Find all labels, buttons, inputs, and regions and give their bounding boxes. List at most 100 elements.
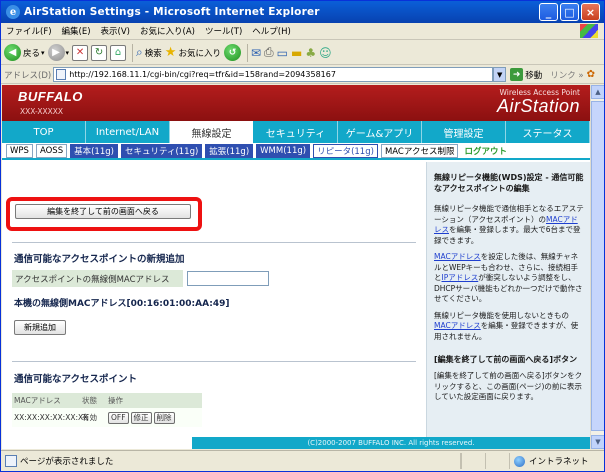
subtab-advanced[interactable]: 拡張(11g): [205, 143, 254, 158]
messenger-icon[interactable]: ☺: [319, 46, 332, 60]
delete-button[interactable]: 削除: [153, 411, 175, 424]
tab-status[interactable]: ステータス: [506, 121, 590, 143]
research-icon[interactable]: ♣: [305, 46, 316, 60]
intranet-icon: [514, 455, 525, 467]
tab-internet-lan[interactable]: Internet/LAN: [86, 121, 170, 143]
col-action: 操作: [108, 396, 123, 405]
search-label: 検索: [144, 48, 162, 59]
tab-security[interactable]: セキュリティ: [254, 121, 338, 143]
back-button[interactable]: ◀ 戻る ▾: [4, 44, 45, 61]
address-bar: アドレス(D) http://192.168.11.1/cgi-bin/cgi?…: [1, 66, 604, 84]
tab-wireless[interactable]: 無線設定: [170, 121, 254, 143]
help-text: 無線リピータ機能を使用しないときもの: [434, 310, 569, 320]
address-url: http://192.168.11.1/cgi-bin/cgi?req=tfr&…: [69, 70, 336, 79]
security-zone: イントラネット: [509, 453, 604, 469]
col-mac: MACアドレス: [14, 396, 61, 405]
mac-label: アクセスポイントの無線側MACアドレス: [12, 270, 183, 287]
title-bar[interactable]: e AirStation Settings - Microsoft Intern…: [1, 1, 604, 23]
close-button[interactable]: ×: [581, 3, 600, 21]
help-paragraph: [編集を終了して前の画面へ戻る]ボタンをクリックすると、この画面(ページ)の前に…: [434, 371, 583, 401]
help-link-mac[interactable]: MACアドレス: [434, 252, 481, 261]
logout-link[interactable]: ログアウト: [461, 143, 510, 158]
windows-logo-icon: [580, 24, 598, 38]
refresh-icon[interactable]: ↻: [91, 44, 108, 61]
favorites-button[interactable]: ★ お気に入り: [165, 45, 221, 60]
list-section-title: 通信可能なアクセスポイント: [14, 374, 138, 385]
mac-input-row: アクセスポイントの無線側MACアドレス: [12, 270, 422, 287]
home-icon[interactable]: ⌂: [110, 44, 127, 61]
model-name: XXX-XXXXX: [20, 107, 64, 116]
subtab-security[interactable]: セキュリティ(11g): [120, 143, 203, 158]
tab-top[interactable]: TOP: [2, 121, 86, 143]
page-header: BUFFALO XXX-XXXXX Wireless Access Point …: [2, 85, 590, 121]
help-paragraph: MACアドレスを設定した後は、無線チャネルとWEPキーも合わせ、さらに、接続相手…: [434, 252, 584, 305]
divider: [12, 242, 416, 243]
back-label: 戻る: [23, 48, 41, 59]
mac-input[interactable]: [187, 271, 269, 286]
subtab-repeater[interactable]: リピータ(11g): [313, 143, 378, 158]
help-title: 無線リピータ機能(WDS)設定 - 通信可能なアクセスポイントの編集: [434, 173, 584, 193]
maximize-button[interactable]: □: [560, 3, 579, 21]
help-panel: 無線リピータ機能(WDS)設定 - 通信可能なアクセスポイントの編集 無線リピー…: [426, 162, 590, 437]
links-button[interactable]: リンク »: [550, 69, 583, 81]
page-content: BUFFALO XXX-XXXXX Wireless Access Point …: [2, 85, 590, 449]
edit-icon[interactable]: ▭: [277, 46, 288, 60]
search-button[interactable]: ⌕ 検索: [136, 45, 162, 60]
subtab-wmm[interactable]: WMM(11g): [256, 143, 311, 158]
row-actions: OFF 修正 削除: [108, 411, 202, 424]
menu-favorites[interactable]: お気に入り(A): [135, 25, 200, 37]
subtab-aoss[interactable]: AOSS: [35, 143, 68, 158]
help-link-mac[interactable]: MACアドレス: [434, 321, 481, 330]
go-button[interactable]: ➜ 移動: [510, 68, 542, 81]
back-arrow-icon: ◀: [4, 44, 21, 61]
edit-button[interactable]: 修正: [130, 411, 152, 424]
scroll-thumb[interactable]: [591, 101, 604, 431]
zone-text: イントラネット: [529, 457, 589, 467]
row-mac: XX:XX:XX:XX:XX:XX: [14, 413, 89, 422]
status-bar: ページが表示されました イントラネット: [1, 450, 604, 471]
print-icon[interactable]: ⎙: [264, 45, 274, 60]
subtab-wps[interactable]: WPS: [6, 143, 33, 158]
mail-icon[interactable]: ✉: [251, 46, 261, 60]
airstation-logo: AirStation: [496, 96, 580, 116]
col-status: 状態: [82, 396, 97, 405]
chevron-down-icon: ▾: [41, 48, 45, 57]
ie-icon: e: [6, 5, 20, 19]
go-arrow-icon: ➜: [510, 68, 524, 81]
tab-game-apps[interactable]: ゲーム&アプリ: [338, 121, 422, 143]
address-dropdown-icon[interactable]: ▼: [493, 67, 507, 82]
menu-edit[interactable]: 編集(E): [57, 25, 96, 37]
add-section-title: 通信可能なアクセスポイントの新規追加: [14, 254, 185, 265]
subtab-basic[interactable]: 基本(11g): [70, 143, 118, 158]
add-new-button[interactable]: 新規追加: [14, 320, 66, 335]
address-label: アドレス(D): [4, 70, 52, 81]
help-paragraph: 無線リピータ機能で通信相手となるエアステーション（アクセスポイント）のMACアド…: [434, 204, 584, 246]
menu-help[interactable]: ヘルプ(H): [247, 25, 296, 37]
scroll-up-icon[interactable]: ▲: [591, 85, 604, 99]
subtab-mac-access[interactable]: MACアクセス制限: [380, 143, 459, 158]
back-to-previous-button[interactable]: 編集を終了して前の画面へ戻る: [15, 204, 191, 219]
table-header-row: MACアドレス 状態 操作: [12, 393, 202, 408]
address-input[interactable]: http://192.168.11.1/cgi-bin/cgi?req=tfr&…: [53, 67, 494, 82]
forward-button[interactable]: ▶ ▾: [47, 44, 69, 61]
go-label: 移動: [525, 70, 543, 81]
stop-icon[interactable]: ✕: [72, 44, 89, 61]
toolbar: ◀ 戻る ▾ ▶ ▾ ✕ ↻ ⌂ ⌕ 検索 ★ お気に入り ↺ ✉ ⎙ ▭ ▬ …: [1, 41, 604, 65]
menu-view[interactable]: 表示(V): [96, 25, 135, 37]
folder-icon[interactable]: ▬: [291, 46, 302, 60]
off-button[interactable]: OFF: [108, 411, 129, 424]
links-icon[interactable]: ✿: [587, 69, 595, 80]
menu-tools[interactable]: ツール(T): [200, 25, 247, 37]
sub-tabs: WPS AOSS 基本(11g) セキュリティ(11g) 拡張(11g) WMM…: [2, 143, 590, 160]
help-subtitle: [編集を終了して前の画面へ戻る]ボタン: [434, 355, 578, 364]
menu-file[interactable]: ファイル(F): [1, 25, 57, 37]
history-icon[interactable]: ↺: [223, 44, 241, 61]
vertical-scrollbar[interactable]: ▲ ▼: [590, 85, 604, 449]
help-link-ip[interactable]: IPアドレス: [442, 273, 479, 282]
status-text: ページが表示されました: [20, 457, 114, 467]
scroll-down-icon[interactable]: ▼: [591, 435, 604, 449]
tab-admin[interactable]: 管理設定: [422, 121, 506, 143]
status-separator: [461, 453, 485, 469]
minimize-button[interactable]: _: [539, 3, 558, 21]
page-icon: [5, 455, 17, 467]
